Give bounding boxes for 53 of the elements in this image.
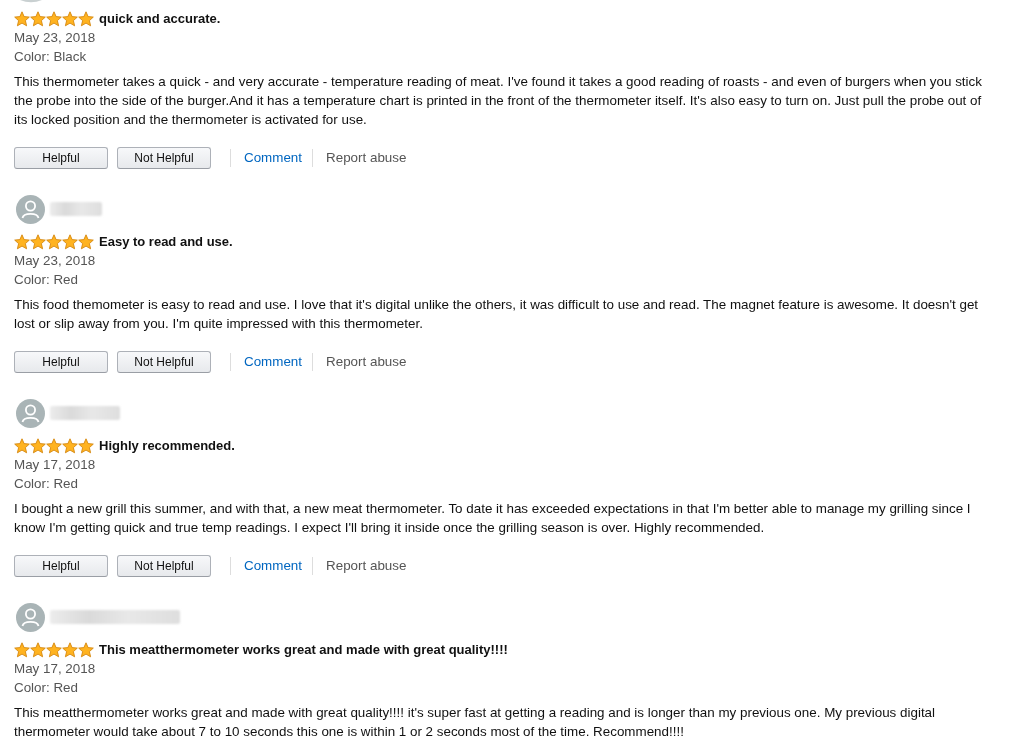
not-helpful-button[interactable]: Not Helpful: [117, 351, 211, 373]
report-abuse-link[interactable]: Report abuse: [326, 149, 407, 167]
star-icon: [14, 233, 30, 250]
product-variant: Color: Black: [14, 48, 88, 66]
star-icon: [78, 437, 94, 454]
star-icon: [62, 233, 78, 250]
star-icon: [46, 233, 62, 250]
helpful-button[interactable]: Helpful: [14, 555, 108, 577]
star-icon: [78, 10, 94, 27]
star-icon: [30, 437, 46, 454]
review-title: quick and accurate.: [99, 10, 221, 28]
star-icon: [30, 641, 46, 658]
star-icon: [14, 10, 30, 27]
comment-link[interactable]: Comment: [244, 149, 303, 167]
star-icon: [62, 641, 78, 658]
star-icon: [14, 641, 30, 658]
star-icon: [46, 641, 62, 658]
product-variant: Color: Red: [14, 679, 79, 697]
review-text: This food themometer is easy to read and use. I love that it's digital unlike the others, it was difficult to use and read. The magnet feature is awesome. It doesn't get lost or slip away from you. I'm quite impressed with this thermometer.: [14, 296, 980, 333]
star-icon: [30, 10, 46, 27]
product-variant: Color: Red: [14, 475, 79, 493]
not-helpful-button[interactable]: Not Helpful: [117, 555, 211, 577]
review-text: This meatthermometer works great and made with great quality!!!! it's super fast at getting a reading and is longer than my previous one. My previous digital thermometer would take about 7 to 10 seconds this one is within 1 or 2 seconds most of the time. Recommend!!!!: [14, 704, 937, 741]
star-icon: [78, 233, 94, 250]
review-text: I bought a new grill this summer, and with that, a new meat thermometer. To date it has exceeded expectations in that I'm better able to manage my grilling since I know I'm getting quick and true temp readings. I expect I'll bring it inside once the grilling season is over. Highly recommended.: [14, 500, 972, 537]
comment-link[interactable]: Comment: [244, 557, 303, 575]
review-title: Highly recommended.: [99, 437, 235, 455]
star-icon: [30, 233, 46, 250]
review-date: May 17, 2018: [14, 660, 97, 678]
avatar-icon: [16, 398, 45, 428]
review-date: May 17, 2018: [14, 456, 97, 474]
not-helpful-button[interactable]: Not Helpful: [117, 147, 211, 169]
review-date: May 23, 2018: [14, 29, 97, 47]
star-icon: [62, 437, 78, 454]
helpful-button[interactable]: Helpful: [14, 147, 108, 169]
review-date: May 23, 2018: [14, 252, 97, 270]
report-abuse-link[interactable]: Report abuse: [326, 557, 407, 575]
star-icon: [46, 437, 62, 454]
review-title: This meatthermometer works great and made with great quality!!!!: [99, 641, 508, 659]
report-abuse-link[interactable]: Report abuse: [326, 353, 407, 371]
star-icon: [14, 437, 30, 454]
product-variant: Color: Red: [14, 271, 79, 289]
blurred-name: [50, 202, 102, 216]
star-icon: [46, 10, 62, 27]
avatar-icon: [16, 602, 45, 632]
review-title: Easy to read and use.: [99, 233, 233, 251]
helpful-button[interactable]: Helpful: [14, 351, 108, 373]
review-text: This thermometer takes a quick - and very accurate - temperature reading of meat. I've found it takes a good reading of roasts - and even of burgers when you stick the probe into the side of the burger.And it has a temperature chart is printed in the front of the thermometer itself. It's also easy to turn on. Just pull the probe out of its locked position and the thermometer is activated for use.: [14, 73, 983, 129]
blurred-name: [50, 406, 120, 420]
star-icon: [78, 641, 94, 658]
star-icon: [62, 10, 78, 27]
avatar-icon: [16, 194, 45, 224]
comment-link[interactable]: Comment: [244, 353, 303, 371]
